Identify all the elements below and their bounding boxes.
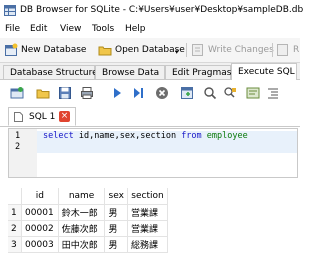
open-folder-icon [98, 46, 112, 56]
table-row[interactable]: 1 00001 鈴木一郎 男 営業課 [8, 204, 168, 221]
sql-keyword: select [43, 131, 74, 141]
results-header-row: id name sex section [8, 188, 168, 205]
tab-edit-pragmas[interactable]: Edit Pragmas [165, 65, 231, 79]
cell-name[interactable]: 佐藤次郎 [58, 220, 106, 237]
find-icon[interactable] [203, 86, 217, 100]
menu-edit[interactable]: Edit [30, 24, 47, 34]
menu-help[interactable]: Help [125, 24, 146, 34]
results-table: id name sex section 1 00001 鈴木一郎 男 営業課 2… [8, 188, 168, 253]
tab-browse-data[interactable]: Browse Data [95, 65, 165, 79]
toolbar-separator [186, 43, 187, 57]
save-sql-file-icon[interactable] [58, 86, 72, 100]
row-number[interactable]: 1 [8, 204, 23, 221]
cell-section[interactable]: 営業課 [127, 220, 168, 237]
close-tab-icon[interactable]: × [59, 111, 70, 122]
table-row[interactable]: 2 00002 佐藤次郎 男 営業課 [8, 220, 168, 237]
sql-table-name: employee [206, 131, 248, 141]
sql-tab-bar: SQL 1 × [0, 106, 300, 127]
column-header-sex[interactable]: sex [104, 188, 129, 205]
line-number: 2 [15, 142, 21, 152]
revert-changes-label: R [293, 45, 300, 55]
cell-sex[interactable]: 男 [104, 204, 129, 221]
document-icon [14, 112, 23, 122]
cell-id[interactable]: 00003 [21, 236, 59, 253]
write-changes-label: Write Changes [208, 45, 274, 55]
menu-tools[interactable]: Tools [92, 24, 114, 34]
main-toolbar: New Database Open Database ▾ Write Chang… [0, 38, 300, 63]
print-icon[interactable] [80, 86, 94, 100]
stop-icon[interactable] [155, 86, 169, 100]
new-database-button[interactable]: New Database [4, 42, 86, 58]
write-changes-button[interactable]: Write Changes [191, 42, 274, 58]
tab-database-structure[interactable]: Database Structure [3, 65, 98, 79]
revert-changes-button[interactable]: R [276, 42, 299, 58]
line-number: 1 [15, 131, 21, 141]
execute-line-icon[interactable] [131, 86, 145, 100]
chevron-down-icon: ▾ [175, 48, 179, 56]
cell-sex[interactable]: 男 [104, 236, 129, 253]
column-header-id[interactable]: id [21, 188, 59, 205]
row-number-header [8, 188, 23, 205]
menu-file[interactable]: File [5, 24, 20, 34]
comment-block-icon[interactable] [246, 86, 260, 100]
save-results-icon[interactable] [180, 86, 194, 100]
open-sql-file-icon[interactable] [36, 86, 50, 100]
row-number[interactable]: 2 [8, 220, 23, 237]
column-header-section[interactable]: section [127, 188, 168, 205]
new-database-label: New Database [21, 45, 87, 55]
cell-section[interactable]: 総務課 [127, 236, 168, 253]
menu-bar: File Edit View Tools Help [0, 22, 300, 38]
new-database-icon [5, 43, 18, 56]
row-number[interactable]: 3 [8, 236, 23, 253]
results-grid: id name sex section 1 00001 鈴木一郎 男 営業課 2… [8, 188, 168, 256]
cell-section[interactable]: 営業課 [127, 204, 168, 221]
sql-editor-toolbar [0, 80, 300, 104]
cell-id[interactable]: 00001 [21, 204, 59, 221]
sql-code-line: select id,name,sex,section from employee [43, 131, 248, 141]
menu-view[interactable]: View [60, 24, 81, 34]
cell-sex[interactable]: 男 [104, 220, 129, 237]
window-title: DB Browser for SQLite - C:¥Users¥user¥De… [20, 5, 304, 15]
execute-all-icon[interactable] [110, 86, 124, 100]
tab-execute-sql[interactable]: Execute SQL [231, 63, 297, 80]
cell-name[interactable]: 鈴木一郎 [58, 204, 106, 221]
revert-changes-icon [277, 44, 288, 56]
open-database-dropdown[interactable]: ▾ [175, 44, 179, 60]
cell-name[interactable]: 田中次郎 [58, 236, 106, 253]
app-database-icon [4, 5, 16, 16]
column-header-name[interactable]: name [58, 188, 106, 205]
open-tab-icon[interactable] [10, 86, 24, 100]
open-database-button[interactable]: Open Database [98, 42, 185, 58]
table-row[interactable]: 3 00003 田中次郎 男 総務課 [8, 236, 168, 253]
cell-id[interactable]: 00002 [21, 220, 59, 237]
title-bar: DB Browser for SQLite - C:¥Users¥user¥De… [0, 0, 304, 22]
find-replace-icon[interactable] [223, 86, 237, 100]
sql-tab[interactable]: SQL 1 × [8, 107, 76, 126]
sql-editor[interactable]: 1 2 select id,name,sex,section from empl… [8, 128, 298, 178]
sql-columns: id,name,sex,section [73, 131, 182, 141]
write-changes-icon [192, 44, 203, 56]
sql-keyword: from [181, 131, 202, 141]
line-number-gutter: 1 2 [9, 129, 37, 177]
toolbar-separator [272, 43, 273, 57]
current-line-highlight [37, 142, 297, 153]
sql-tab-label: SQL 1 [29, 112, 56, 122]
indent-lines-icon[interactable] [266, 86, 280, 100]
main-tab-bar: Database Structure Browse Data Edit Prag… [0, 63, 300, 80]
